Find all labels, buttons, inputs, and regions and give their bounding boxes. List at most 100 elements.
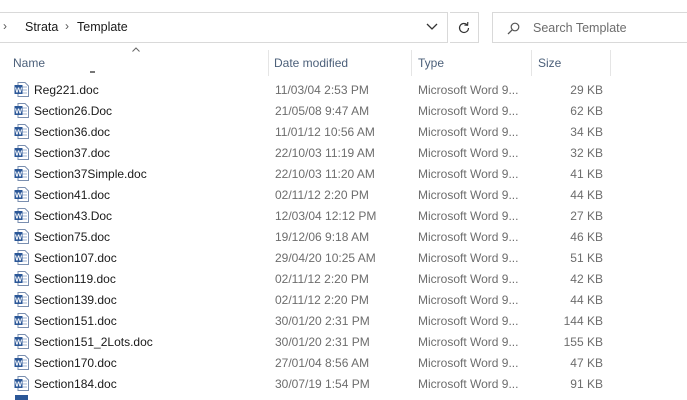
file-name[interactable]: Section43.Doc bbox=[34, 209, 112, 223]
file-type: Microsoft Word 9... bbox=[418, 167, 519, 181]
file-row[interactable]: W Section184.doc 30/07/19 1:54 PM Micros… bbox=[0, 373, 687, 394]
column-divider[interactable] bbox=[411, 50, 412, 76]
file-type: Microsoft Word 9... bbox=[418, 83, 519, 97]
file-name[interactable]: Section119.doc bbox=[34, 272, 116, 286]
svg-text:W: W bbox=[15, 296, 23, 305]
file-date-modified: 30/01/20 2:31 PM bbox=[275, 314, 370, 328]
file-name[interactable]: Section36.doc bbox=[34, 125, 110, 139]
svg-text:W: W bbox=[15, 107, 23, 116]
address-bar[interactable]: › Strata › Template bbox=[0, 12, 448, 43]
file-name[interactable]: Section151_2Lots.doc bbox=[34, 335, 153, 349]
file-date-modified: 12/03/04 12:12 PM bbox=[275, 209, 377, 223]
file-size: 27 KB bbox=[570, 209, 603, 223]
file-name[interactable]: Section75.doc bbox=[34, 230, 110, 244]
file-date-modified: 11/01/12 10:56 AM bbox=[275, 125, 375, 139]
file-size: 29 KB bbox=[570, 83, 603, 97]
file-row[interactable]: W Section151_2Lots.doc 30/01/20 2:31 PM … bbox=[0, 331, 687, 352]
svg-text:W: W bbox=[15, 233, 23, 242]
svg-text:W: W bbox=[15, 191, 23, 200]
file-name[interactable]: Section37.doc bbox=[34, 146, 110, 160]
column-divider[interactable] bbox=[610, 50, 611, 76]
refresh-button[interactable] bbox=[450, 12, 479, 43]
file-name[interactable]: Section37Simple.doc bbox=[34, 167, 147, 181]
file-type: Microsoft Word 9... bbox=[418, 251, 519, 265]
file-size: 155 KB bbox=[563, 335, 603, 349]
search-icon bbox=[507, 22, 520, 35]
file-row[interactable]: W Section151.doc 30/01/20 2:31 PM Micros… bbox=[0, 310, 687, 331]
word-document-icon: W bbox=[14, 103, 29, 118]
word-document-icon: W bbox=[14, 229, 29, 244]
file-name[interactable]: Section184.doc bbox=[34, 377, 117, 391]
file-name[interactable]: Section107.doc bbox=[34, 251, 117, 265]
svg-text:W: W bbox=[15, 212, 23, 221]
column-size[interactable]: Size bbox=[538, 48, 561, 78]
file-date-modified: 02/11/12 2:20 PM bbox=[275, 293, 369, 307]
file-type: Microsoft Word 9... bbox=[418, 230, 519, 244]
file-date-modified: 22/10/03 11:20 AM bbox=[275, 167, 375, 181]
svg-text:W: W bbox=[15, 254, 23, 263]
file-size: 34 KB bbox=[570, 125, 603, 139]
column-divider[interactable] bbox=[531, 50, 532, 76]
svg-text:W: W bbox=[15, 86, 23, 95]
svg-text:W: W bbox=[15, 317, 23, 326]
svg-text:W: W bbox=[15, 359, 23, 368]
file-size: 44 KB bbox=[570, 188, 603, 202]
svg-text:W: W bbox=[15, 128, 23, 137]
word-document-icon: W bbox=[14, 145, 29, 160]
chevron-down-icon[interactable] bbox=[425, 19, 439, 33]
svg-text:W: W bbox=[15, 338, 23, 347]
word-document-icon: W bbox=[14, 271, 29, 286]
svg-text:W: W bbox=[15, 275, 23, 284]
file-type: Microsoft Word 9... bbox=[418, 146, 519, 160]
file-type: Microsoft Word 9... bbox=[418, 188, 519, 202]
file-row[interactable]: W Section37Simple.doc 22/10/03 11:20 AM … bbox=[0, 163, 687, 184]
file-row[interactable]: W Section75.doc 19/12/06 9:18 AM Microso… bbox=[0, 226, 687, 247]
file-type: Microsoft Word 9... bbox=[418, 209, 519, 223]
word-document-icon: W bbox=[14, 376, 29, 391]
file-row[interactable]: W Section119.doc 02/11/12 2:20 PM Micros… bbox=[0, 268, 687, 289]
file-name[interactable]: Section151.doc bbox=[34, 314, 117, 328]
svg-text:W: W bbox=[15, 149, 23, 158]
file-name[interactable]: Reg221.doc bbox=[34, 83, 99, 97]
file-date-modified: 30/01/20 2:31 PM bbox=[275, 335, 370, 349]
file-size: 46 KB bbox=[570, 230, 603, 244]
file-row[interactable]: W Section36.doc 11/01/12 10:56 AM Micros… bbox=[0, 121, 687, 142]
explorer-toolbar: › Strata › Template Search Template bbox=[0, 0, 687, 55]
file-row[interactable]: W Section107.doc 29/04/20 10:25 AM Micro… bbox=[0, 247, 687, 268]
file-name[interactable]: Section139.doc bbox=[34, 293, 117, 307]
file-row[interactable]: W Section43.Doc 12/03/04 12:12 PM Micros… bbox=[0, 205, 687, 226]
file-name[interactable]: Section41.doc bbox=[34, 188, 110, 202]
breadcrumb-template[interactable]: Template bbox=[77, 20, 128, 34]
column-date-modified[interactable]: Date modified bbox=[274, 48, 348, 78]
word-document-icon: W bbox=[14, 334, 29, 349]
file-row[interactable]: W Reg221.doc 11/03/04 2:53 PM Microsoft … bbox=[0, 79, 687, 100]
file-type: Microsoft Word 9... bbox=[418, 125, 519, 139]
refresh-icon bbox=[458, 21, 470, 34]
file-row[interactable]: W Section26.Doc 21/05/08 9:47 AM Microso… bbox=[0, 100, 687, 121]
word-document-icon: W bbox=[14, 187, 29, 202]
word-document-icon: W bbox=[14, 208, 29, 223]
file-type: Microsoft Word 9... bbox=[418, 104, 519, 118]
file-size: 51 KB bbox=[570, 251, 603, 265]
file-size: 47 KB bbox=[570, 356, 603, 370]
breadcrumb-strata[interactable]: Strata bbox=[25, 20, 58, 34]
file-name[interactable]: Section170.doc bbox=[34, 356, 117, 370]
file-row[interactable]: W Section41.doc 02/11/12 2:20 PM Microso… bbox=[0, 184, 687, 205]
chevron-right-icon[interactable]: › bbox=[3, 19, 7, 33]
file-row[interactable]: W Section139.doc 02/11/12 2:20 PM Micros… bbox=[0, 289, 687, 310]
file-size: 62 KB bbox=[570, 104, 603, 118]
word-document-icon: W bbox=[14, 313, 29, 328]
chevron-right-icon[interactable]: › bbox=[65, 19, 69, 33]
column-type[interactable]: Type bbox=[418, 48, 444, 78]
file-type: Microsoft Word 9... bbox=[418, 314, 519, 328]
file-date-modified: 27/01/04 8:56 AM bbox=[275, 356, 370, 370]
file-row[interactable]: W Section170.doc 27/01/04 8:56 AM Micros… bbox=[0, 352, 687, 373]
file-type: Microsoft Word 9... bbox=[418, 356, 519, 370]
column-divider[interactable] bbox=[268, 50, 269, 76]
file-row[interactable]: W Section37.doc 22/10/03 11:19 AM Micros… bbox=[0, 142, 687, 163]
word-document-icon: W bbox=[14, 250, 29, 265]
file-size: 144 KB bbox=[563, 314, 603, 328]
file-name[interactable]: Section26.Doc bbox=[34, 104, 112, 118]
word-document-icon: W bbox=[14, 292, 29, 307]
search-box[interactable]: Search Template bbox=[492, 12, 687, 43]
